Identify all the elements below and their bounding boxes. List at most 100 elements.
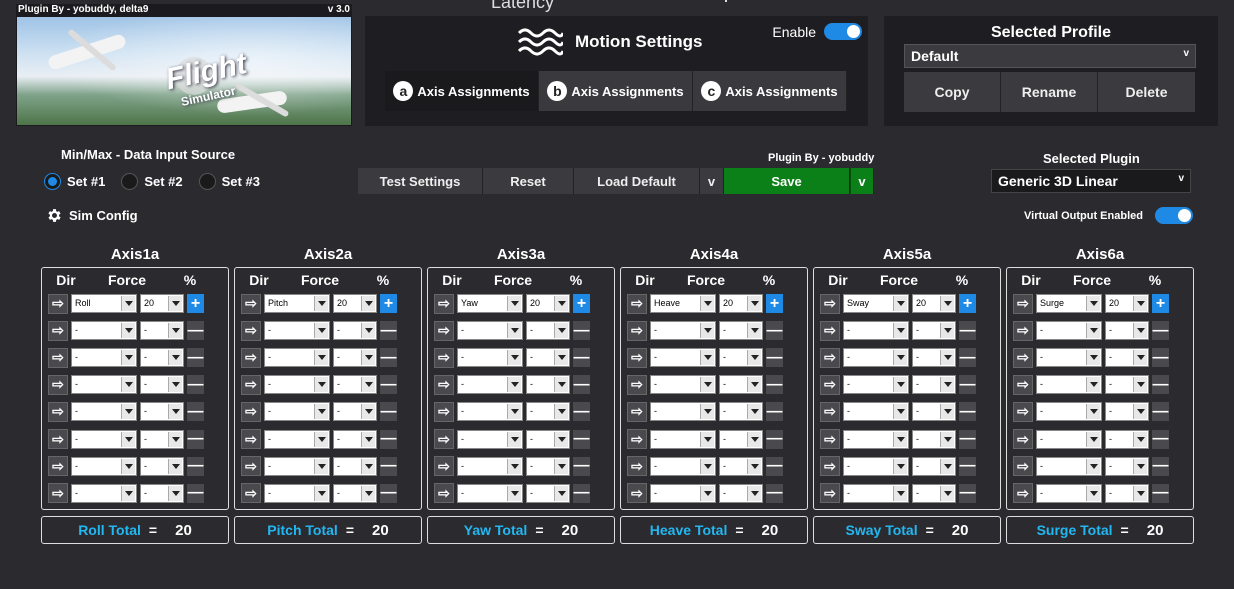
percent-dropdown[interactable]: 20 — [333, 294, 377, 314]
force-dropdown[interactable]: - — [71, 348, 137, 368]
direction-arrow-icon[interactable]: ⇨ — [434, 347, 454, 368]
force-dropdown[interactable]: - — [843, 483, 909, 503]
enable-toggle[interactable] — [824, 23, 862, 40]
force-dropdown[interactable]: - — [1036, 402, 1102, 422]
percent-dropdown[interactable]: 20 — [719, 294, 763, 314]
direction-arrow-icon[interactable]: ⇨ — [434, 456, 454, 477]
direction-arrow-icon[interactable]: ⇨ — [627, 347, 647, 368]
remove-row-button[interactable]: — — [959, 402, 976, 422]
percent-dropdown[interactable]: - — [140, 375, 184, 395]
force-dropdown[interactable]: - — [264, 321, 330, 341]
remove-row-button[interactable]: — — [959, 483, 976, 503]
direction-arrow-icon[interactable]: ⇨ — [48, 293, 68, 314]
force-dropdown[interactable]: Surge — [1036, 294, 1102, 314]
percent-dropdown[interactable]: - — [719, 321, 763, 341]
force-dropdown[interactable]: - — [457, 483, 523, 503]
direction-arrow-icon[interactable]: ⇨ — [820, 347, 840, 368]
direction-arrow-icon[interactable]: ⇨ — [48, 320, 68, 341]
force-dropdown[interactable]: - — [457, 375, 523, 395]
remove-row-button[interactable]: — — [573, 321, 590, 341]
delete-button[interactable]: Delete — [1098, 72, 1195, 112]
remove-row-button[interactable]: — — [573, 456, 590, 476]
force-dropdown[interactable]: - — [264, 456, 330, 476]
direction-arrow-icon[interactable]: ⇨ — [820, 483, 840, 504]
remove-row-button[interactable]: — — [1152, 402, 1169, 422]
direction-arrow-icon[interactable]: ⇨ — [241, 483, 261, 504]
percent-dropdown[interactable]: - — [140, 348, 184, 368]
remove-row-button[interactable]: — — [1152, 375, 1169, 395]
direction-arrow-icon[interactable]: ⇨ — [434, 483, 454, 504]
direction-arrow-icon[interactable]: ⇨ — [434, 374, 454, 395]
force-dropdown[interactable]: - — [264, 348, 330, 368]
remove-row-button[interactable]: — — [380, 456, 397, 476]
direction-arrow-icon[interactable]: ⇨ — [1013, 401, 1033, 422]
remove-row-button[interactable]: — — [380, 375, 397, 395]
add-row-button[interactable]: + — [1152, 294, 1169, 314]
force-dropdown[interactable]: - — [457, 429, 523, 449]
tab-axis-assignments-b[interactable]: b Axis Assignments — [539, 71, 693, 111]
load-default-button[interactable]: Load Default — [574, 168, 700, 194]
direction-arrow-icon[interactable]: ⇨ — [434, 293, 454, 314]
force-dropdown[interactable]: - — [843, 429, 909, 449]
remove-row-button[interactable]: — — [380, 429, 397, 449]
force-dropdown[interactable]: - — [1036, 483, 1102, 503]
remove-row-button[interactable]: — — [959, 321, 976, 341]
percent-dropdown[interactable]: - — [526, 456, 570, 476]
percent-dropdown[interactable]: - — [912, 321, 956, 341]
force-dropdown[interactable]: - — [264, 375, 330, 395]
direction-arrow-icon[interactable]: ⇨ — [48, 401, 68, 422]
force-dropdown[interactable]: - — [1036, 321, 1102, 341]
remove-row-button[interactable]: — — [1152, 348, 1169, 368]
percent-dropdown[interactable]: - — [912, 402, 956, 422]
percent-dropdown[interactable]: 20 — [912, 294, 956, 314]
remove-row-button[interactable]: — — [380, 321, 397, 341]
direction-arrow-icon[interactable]: ⇨ — [820, 456, 840, 477]
direction-arrow-icon[interactable]: ⇨ — [241, 347, 261, 368]
remove-row-button[interactable]: — — [573, 429, 590, 449]
remove-row-button[interactable]: — — [380, 483, 397, 503]
remove-row-button[interactable]: — — [766, 456, 783, 476]
direction-arrow-icon[interactable]: ⇨ — [1013, 483, 1033, 504]
save-button[interactable]: Save — [724, 168, 850, 194]
remove-row-button[interactable]: — — [766, 429, 783, 449]
percent-dropdown[interactable]: 20 — [1105, 294, 1149, 314]
direction-arrow-icon[interactable]: ⇨ — [241, 374, 261, 395]
add-row-button[interactable]: + — [380, 294, 397, 314]
direction-arrow-icon[interactable]: ⇨ — [241, 401, 261, 422]
remove-row-button[interactable]: — — [959, 429, 976, 449]
percent-dropdown[interactable]: - — [333, 402, 377, 422]
percent-dropdown[interactable]: - — [1105, 483, 1149, 503]
direction-arrow-icon[interactable]: ⇨ — [1013, 347, 1033, 368]
remove-row-button[interactable]: — — [959, 348, 976, 368]
percent-dropdown[interactable]: - — [526, 321, 570, 341]
remove-row-button[interactable]: — — [959, 456, 976, 476]
force-dropdown[interactable]: - — [650, 348, 716, 368]
direction-arrow-icon[interactable]: ⇨ — [241, 320, 261, 341]
direction-arrow-icon[interactable]: ⇨ — [48, 374, 68, 395]
force-dropdown[interactable]: - — [264, 429, 330, 449]
virtual-output-toggle[interactable] — [1154, 207, 1193, 224]
force-dropdown[interactable]: - — [264, 483, 330, 503]
radio-set-1[interactable]: Set #1 — [44, 173, 105, 190]
percent-dropdown[interactable]: - — [912, 483, 956, 503]
remove-row-button[interactable]: — — [380, 348, 397, 368]
direction-arrow-icon[interactable]: ⇨ — [820, 374, 840, 395]
percent-dropdown[interactable]: - — [1105, 429, 1149, 449]
direction-arrow-icon[interactable]: ⇨ — [627, 293, 647, 314]
percent-dropdown[interactable]: - — [719, 348, 763, 368]
remove-row-button[interactable]: — — [766, 483, 783, 503]
direction-arrow-icon[interactable]: ⇨ — [48, 429, 68, 450]
direction-arrow-icon[interactable]: ⇨ — [48, 483, 68, 504]
remove-row-button[interactable]: — — [187, 402, 204, 422]
percent-dropdown[interactable]: - — [140, 402, 184, 422]
percent-dropdown[interactable]: - — [719, 402, 763, 422]
percent-dropdown[interactable]: - — [912, 375, 956, 395]
direction-arrow-icon[interactable]: ⇨ — [434, 401, 454, 422]
remove-row-button[interactable]: — — [380, 402, 397, 422]
tab-axis-assignments-c[interactable]: c Axis Assignments — [693, 71, 847, 111]
force-dropdown[interactable]: - — [650, 429, 716, 449]
remove-row-button[interactable]: — — [766, 402, 783, 422]
remove-row-button[interactable]: — — [187, 348, 204, 368]
remove-row-button[interactable]: — — [1152, 483, 1169, 503]
direction-arrow-icon[interactable]: ⇨ — [1013, 293, 1033, 314]
